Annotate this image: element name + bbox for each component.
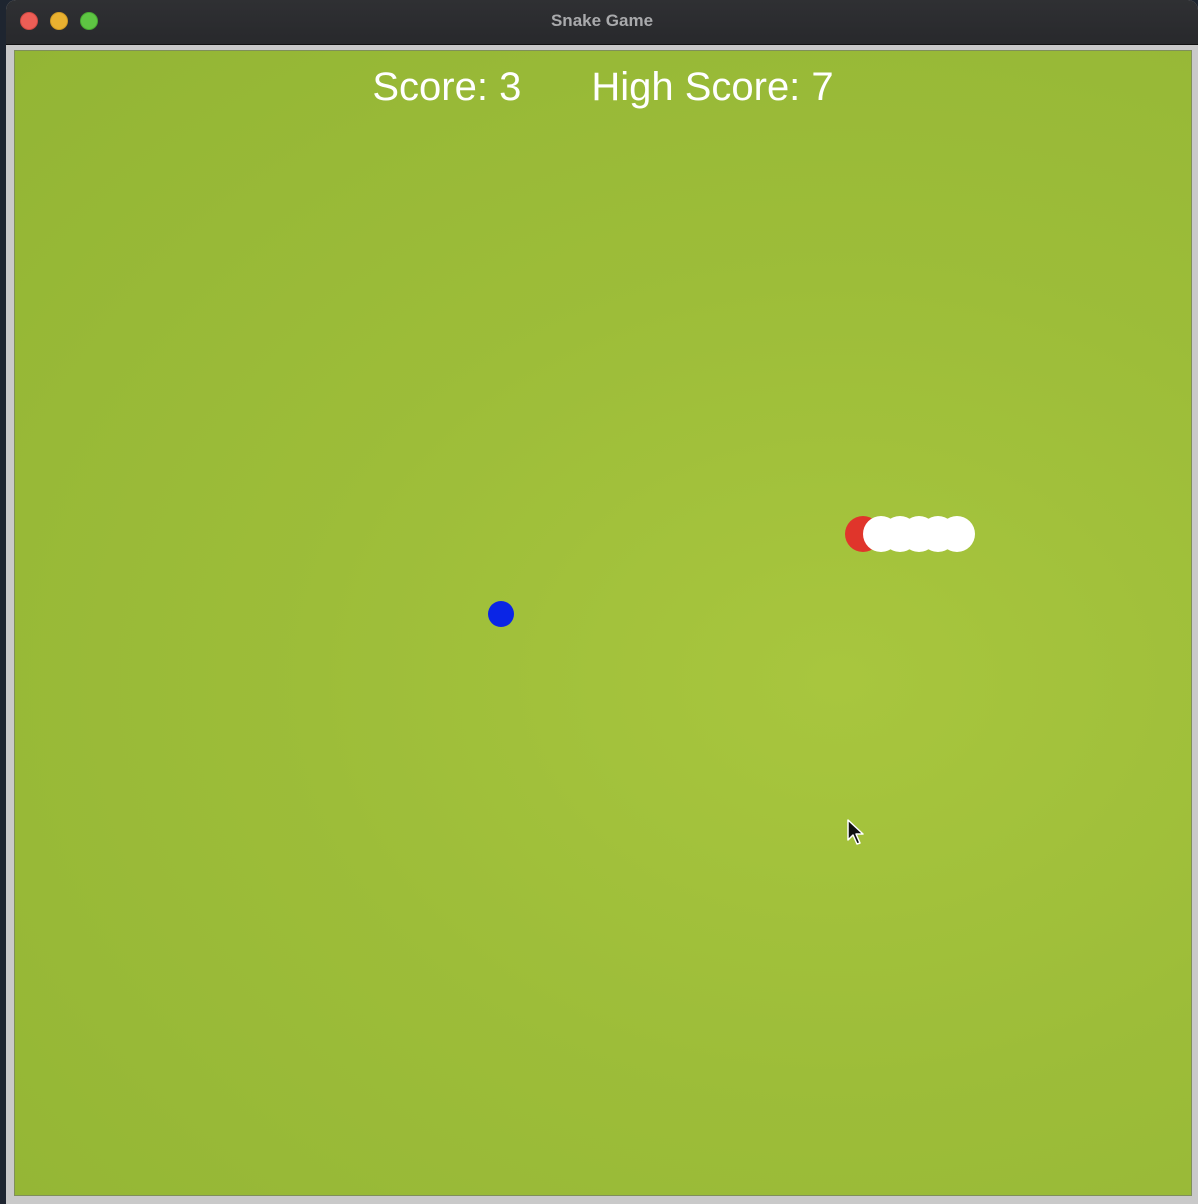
title-bar[interactable]: Snake Game (6, 0, 1198, 45)
score-label: Score: 3 (372, 65, 522, 109)
score-bar: Score: 3 High Score: 7 (15, 65, 1191, 110)
food-pellet (488, 601, 514, 627)
game-field[interactable]: Score: 3 High Score: 7 (14, 50, 1192, 1196)
mouse-pointer-icon (847, 819, 864, 845)
high-score-label: High Score: 7 (591, 65, 834, 109)
window-title: Snake Game (550, 11, 654, 30)
game-window: Snake Game Score: 3 High Score: 7 (6, 0, 1198, 1204)
snake-body-segment (863, 516, 899, 552)
